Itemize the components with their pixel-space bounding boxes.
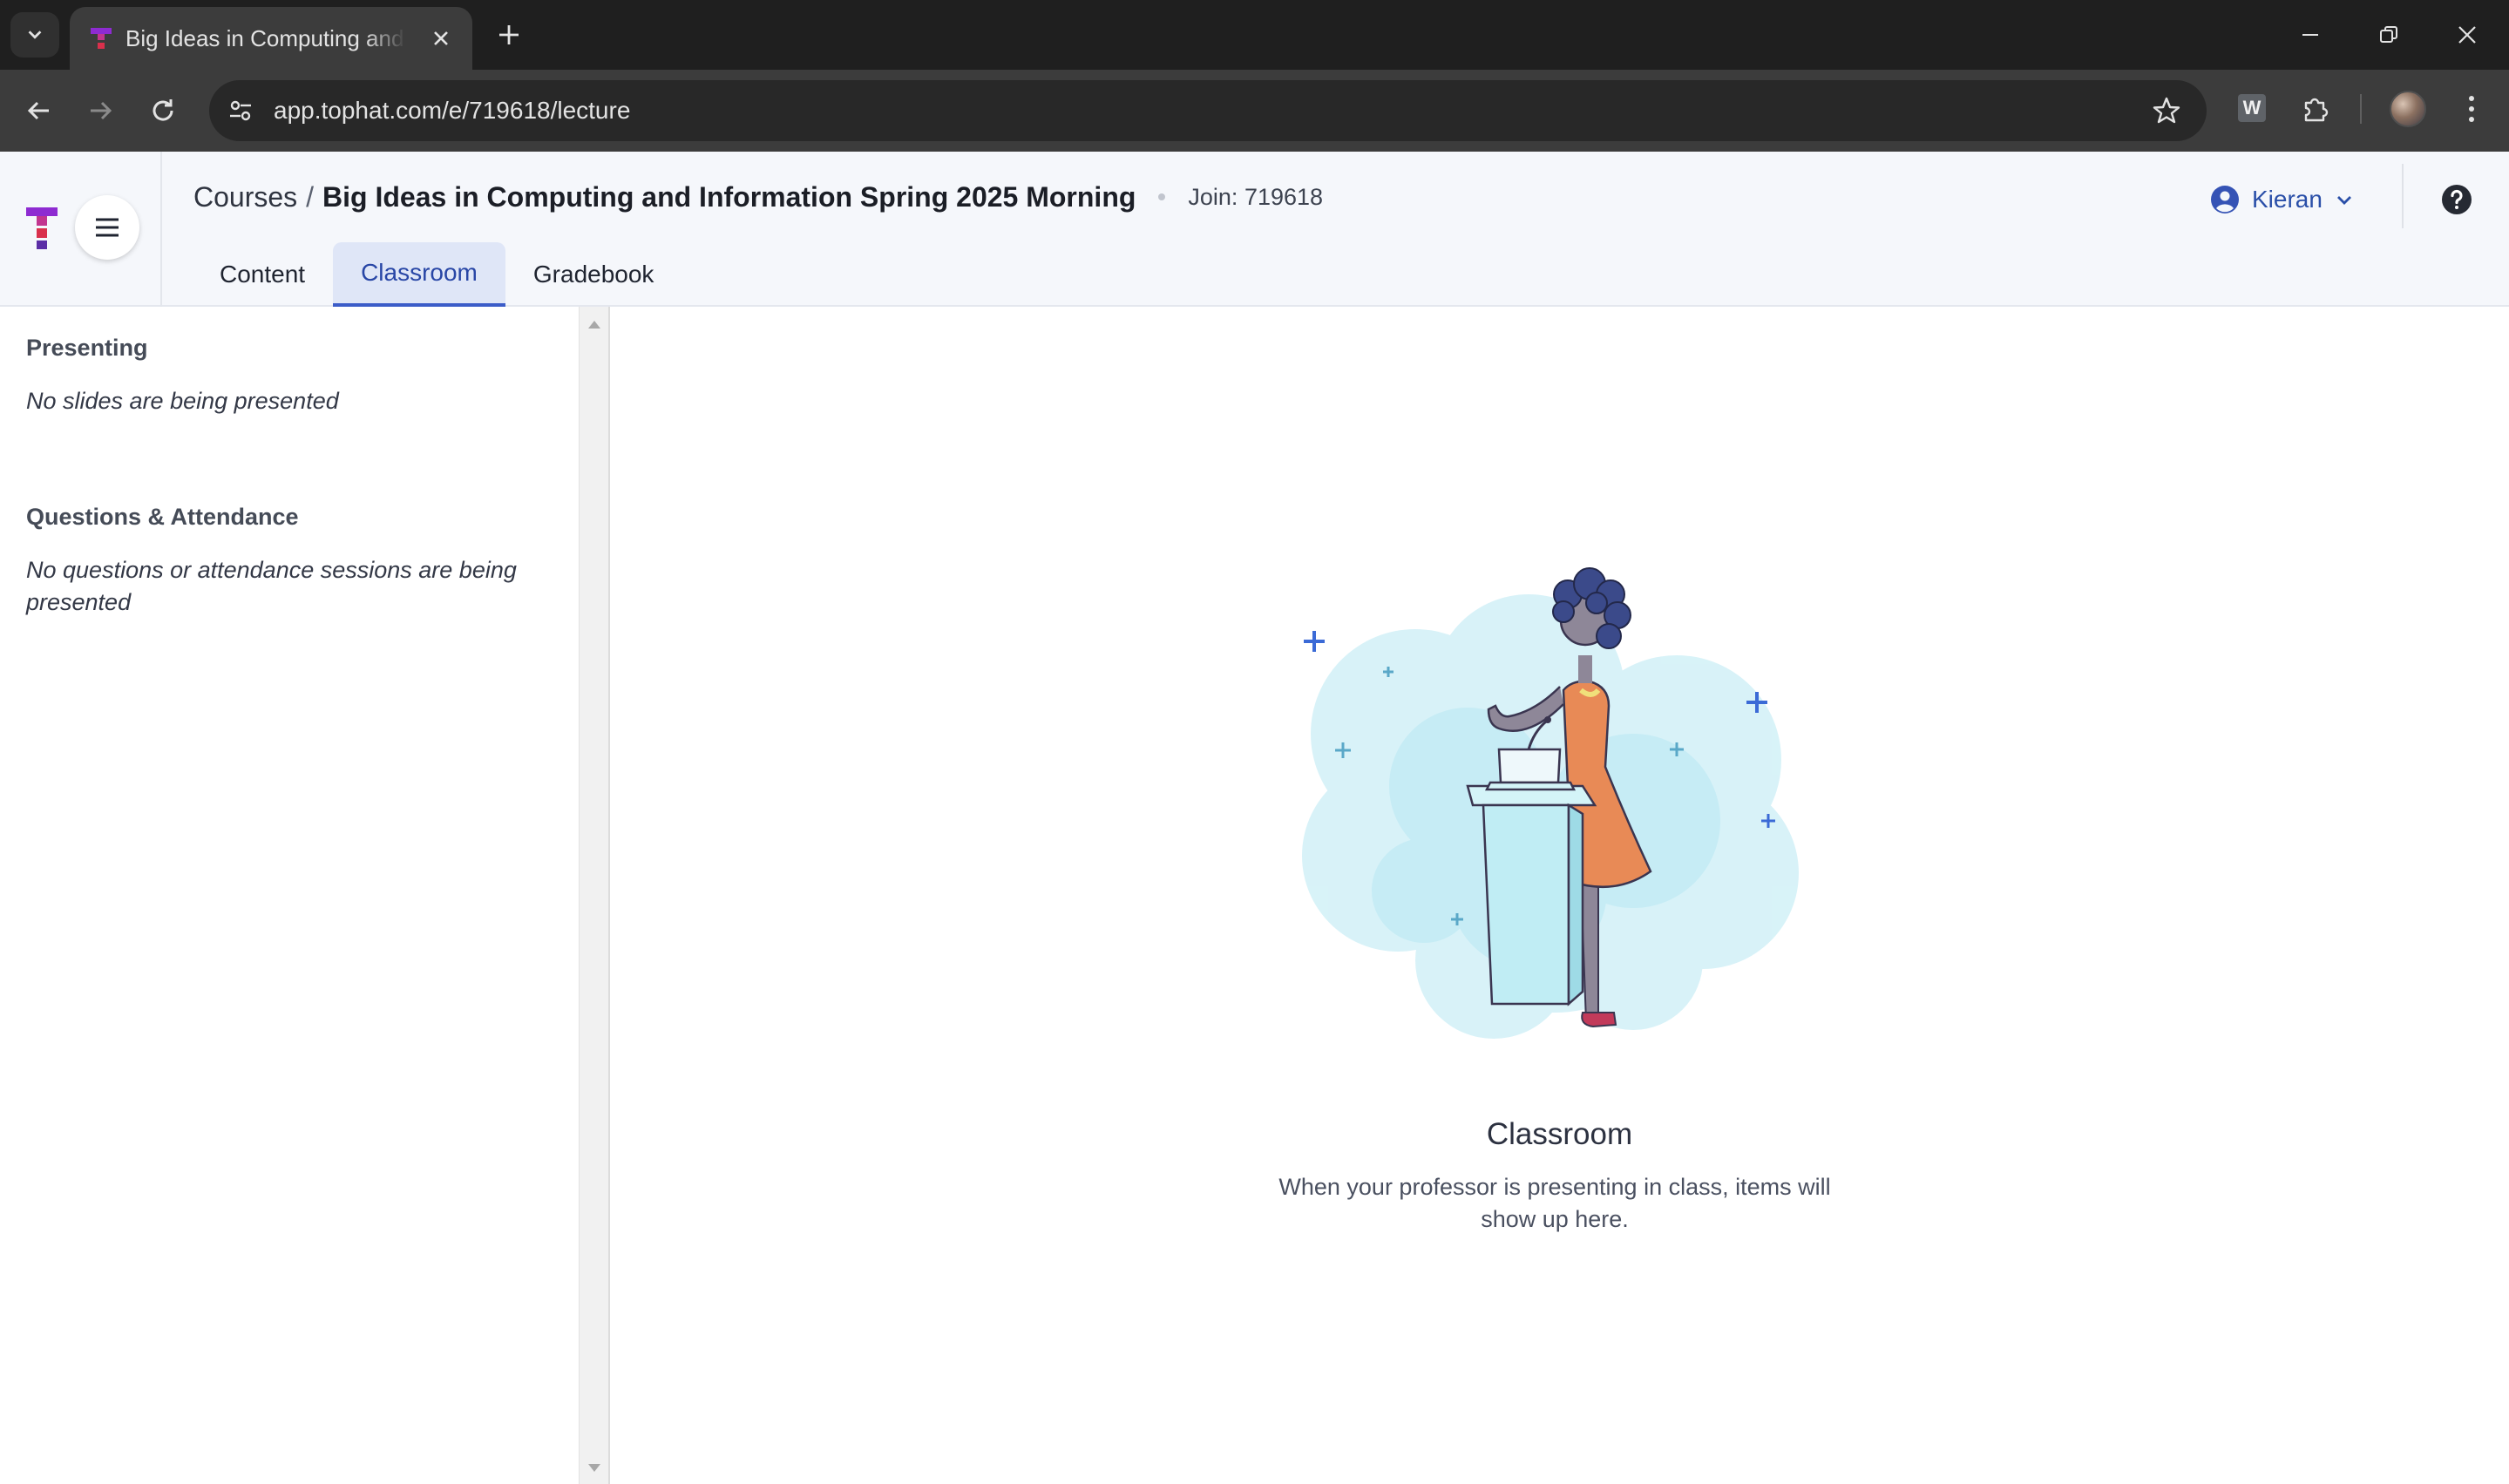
header-divider [2402, 164, 2404, 228]
questions-heading: Questions & Attendance [26, 504, 299, 530]
new-tab-button[interactable] [490, 14, 528, 56]
user-name: Kieran [2252, 186, 2323, 213]
browser-toolbar: app.tophat.com/e/719618/lecture [0, 70, 2509, 152]
scroll-up-arrow[interactable] [588, 321, 600, 329]
url-text: app.tophat.com/e/719618/lecture [274, 97, 631, 124]
puzzle-icon [2304, 98, 2329, 122]
minimize-button[interactable] [2271, 0, 2350, 70]
close-icon [434, 31, 448, 45]
forward-button[interactable] [78, 89, 122, 132]
join-code: Join: 719618 [1188, 183, 1324, 210]
reload-button[interactable] [141, 89, 185, 132]
restore-button[interactable] [2350, 0, 2428, 70]
w-extension-icon[interactable]: W [2238, 94, 2266, 122]
tab-gradebook[interactable]: Gradebook [505, 242, 682, 307]
questions-empty-text: No questions or attendance sessions are … [26, 557, 517, 615]
browser-menu-button[interactable] [2454, 89, 2489, 129]
back-button[interactable] [17, 89, 61, 132]
user-menu-button[interactable]: Kieran [2210, 178, 2354, 221]
browser-tab-active[interactable]: Big Ideas in Computing and Information S… [70, 7, 472, 70]
sidebar-scrollbar[interactable] [579, 307, 610, 1484]
empty-state-title: Classroom [1486, 1117, 1633, 1151]
address-bar[interactable]: app.tophat.com/e/719618/lecture [209, 80, 2207, 141]
close-icon [2458, 26, 2476, 44]
breadcrumb-dot [1158, 193, 1166, 200]
restore-icon [2380, 26, 2397, 43]
presenting-heading: Presenting [26, 335, 148, 361]
minimize-icon [2302, 34, 2318, 36]
course-tabs: Content Classroom Gradebook [192, 242, 681, 307]
tophat-logo [26, 207, 58, 249]
extensions-button[interactable] [2295, 89, 2336, 129]
browser-profile-avatar[interactable] [2390, 91, 2426, 127]
tab-content[interactable]: Content [192, 242, 333, 307]
site-info-button[interactable] [220, 90, 261, 132]
tab-classroom[interactable]: Classroom [333, 242, 505, 307]
hamburger-icon [96, 218, 119, 237]
help-icon [2442, 185, 2472, 214]
presenting-empty-text: No slides are being presented [26, 388, 339, 414]
tune-icon [230, 100, 251, 121]
breadcrumb: Courses / Big Ideas in Computing and Inf… [193, 176, 1323, 218]
breadcrumb-separator: / [306, 180, 315, 213]
browser-tabstrip: Big Ideas in Computing and Information S… [0, 0, 2509, 70]
empty-state-description: When your professor is presenting in cla… [1278, 1174, 1831, 1232]
toolbar-divider [2360, 94, 2362, 124]
star-icon [2153, 97, 2180, 124]
classroom-sidebar: Presenting No slides are being presented… [0, 307, 579, 1484]
plus-icon [499, 25, 519, 44]
rail-divider [160, 152, 162, 307]
reload-icon [153, 99, 173, 121]
user-circle-icon [2211, 186, 2239, 213]
classroom-main: Classroom When your professor is present… [610, 307, 2509, 1484]
tab-title: Big Ideas in Computing and Information S… [125, 25, 406, 51]
tophat-favicon-icon [91, 28, 112, 49]
app-header: Courses / Big Ideas in Computing and Inf… [0, 152, 2509, 307]
tab-search-button[interactable] [10, 12, 59, 58]
bookmark-button[interactable] [2146, 90, 2187, 132]
chevron-down-icon [28, 30, 42, 39]
back-arrow-icon [27, 101, 49, 120]
presenter-illustration [1302, 567, 1799, 1039]
breadcrumb-courses-link[interactable]: Courses [193, 181, 297, 213]
kebab-menu-icon [2469, 96, 2474, 122]
tab-close-button[interactable] [424, 21, 458, 56]
scroll-down-arrow[interactable] [588, 1464, 600, 1472]
forward-arrow-icon [91, 101, 112, 120]
window-close-button[interactable] [2428, 0, 2506, 70]
main-menu-button[interactable] [75, 195, 139, 260]
chevron-down-icon [2336, 196, 2351, 205]
course-title: Big Ideas in Computing and Information S… [322, 180, 1136, 213]
help-button[interactable] [2437, 180, 2477, 220]
